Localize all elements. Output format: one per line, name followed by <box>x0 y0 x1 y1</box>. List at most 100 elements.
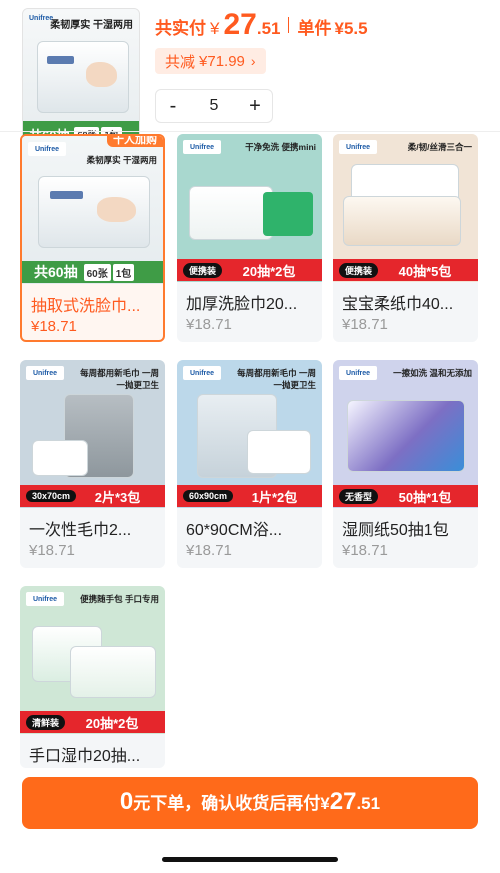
product-slogan: 便携随手包 手口专用 <box>80 594 159 604</box>
unit-label: 单件 <box>297 19 332 38</box>
chevron-right-icon: › <box>250 53 256 69</box>
header-divider <box>0 131 500 132</box>
product-card[interactable]: Unifree 柔/韧/丝滑三合一 便携装 40抽*5包 宝宝柔纸巾40... … <box>333 134 478 342</box>
brand-logo: Unifree <box>26 592 64 606</box>
spec-tag: 便携装 <box>339 262 379 278</box>
spec-text: 50抽*1包 <box>398 489 452 505</box>
product-price: ¥18.71 <box>342 542 388 559</box>
price-decimal: .51 <box>256 19 281 38</box>
product-name: 加厚洗脸巾20... <box>186 296 298 313</box>
spec-text: 20抽*2包 <box>242 263 296 279</box>
selected-product-thumbnail: Unifree 柔韧厚实 干湿两用 共60抽 60张 1包 <box>22 8 140 148</box>
cta-zero: 0 <box>119 788 134 815</box>
spec-tag: 60x90cm <box>183 490 234 502</box>
product-slogan: 每周都用新毛巾 一周一抛更卫生 <box>80 368 159 390</box>
green-box-image <box>263 192 313 236</box>
count-bar: 共60抽 60张 1包 <box>22 261 163 283</box>
product-name: 60*90CM浴... <box>186 522 283 539</box>
spec-band: 60x90cm 1片*2包 <box>177 485 322 507</box>
spec-band: 便携装 40抽*5包 <box>333 259 478 281</box>
tissue-stack-image <box>343 196 461 246</box>
brand-logo: Unifree <box>26 366 64 380</box>
product-image: Unifree 每周都用新毛巾 一周一抛更卫生 30x70cm 2片*3包 <box>20 360 165 508</box>
towel-roll-image <box>247 430 311 474</box>
product-image: Unifree 柔韧厚实 干湿两用 <box>23 9 139 121</box>
pay-label: 共实付 <box>155 19 206 38</box>
product-price: ¥18.71 <box>31 318 77 335</box>
brand-logo: Unifree <box>339 366 377 380</box>
wet-wipes-pack-image <box>347 400 465 472</box>
chip-packs: 1包 <box>112 263 135 281</box>
spec-tag: 清鲜装 <box>26 714 66 730</box>
product-image: Unifree 干净免洗 便携mini 便携装 20抽*2包 <box>177 134 322 282</box>
product-card[interactable]: Unifree 每周都用新毛巾 一周一抛更卫生 60x90cm 1片*2包 60… <box>177 360 322 568</box>
product-slogan: 一擦如洗 温和无添加 <box>393 368 472 378</box>
product-slogan: 柔/韧/丝滑三合一 <box>407 142 472 152</box>
product-name: 一次性毛巾2... <box>29 522 132 539</box>
increase-button[interactable]: + <box>238 90 272 122</box>
product-name: 手口湿巾20抽... <box>29 748 141 765</box>
spec-text: 20抽*2包 <box>85 715 139 731</box>
product-image: Unifree 每周都用新毛巾 一周一抛更卫生 60x90cm 1片*2包 <box>177 360 322 508</box>
wipes-pack-image <box>37 41 129 113</box>
price-integer: 27 <box>223 8 257 41</box>
checkout-button[interactable]: 0 元下单，确认收货后再付 ¥ 27 .51 <box>22 777 478 829</box>
spec-band: 便携装 20抽*2包 <box>177 259 322 281</box>
discount-value: ¥71.99 <box>199 52 245 70</box>
wipes-pack-image-front <box>70 646 156 698</box>
spec-tag: 便携装 <box>183 262 223 278</box>
product-slogan: 干净免洗 便携mini <box>245 142 316 152</box>
spec-tag: 30x70cm <box>26 490 77 502</box>
product-name: 抽取式洗脸巾... <box>31 298 141 315</box>
spec-band: 无香型 50抽*1包 <box>333 485 478 507</box>
quantity-value[interactable]: 5 <box>190 97 238 115</box>
product-card[interactable]: Unifree 干净免洗 便携mini 便携装 20抽*2包 加厚洗脸巾20..… <box>177 134 322 342</box>
product-price: ¥18.71 <box>342 316 388 333</box>
spec-tag: 无香型 <box>339 488 379 504</box>
spec-text: 40抽*5包 <box>398 263 452 279</box>
cta-text: 元下单，确认收货后再付 <box>133 794 321 813</box>
spec-text: 1片*2包 <box>251 489 298 505</box>
cta-currency: ¥ <box>320 794 330 813</box>
product-price: ¥18.71 <box>186 542 232 559</box>
product-card[interactable]: Unifree 每周都用新毛巾 一周一抛更卫生 30x70cm 2片*3包 一次… <box>20 360 165 568</box>
count-text: 共60抽 <box>34 264 78 280</box>
cta-price-integer: 27 <box>329 788 357 815</box>
product-price: ¥18.71 <box>186 316 232 333</box>
product-slogan: 每周都用新毛巾 一周一抛更卫生 <box>237 368 316 390</box>
product-slogan: 柔韧厚实 干湿两用 <box>86 155 157 165</box>
product-image: Unifree 柔/韧/丝滑三合一 便携装 40抽*5包 <box>333 134 478 282</box>
product-image: Unifree 一擦如洗 温和无添加 无香型 50抽*1包 <box>333 360 478 508</box>
brand-logo: Unifree <box>183 366 221 380</box>
brand-logo: Unifree <box>183 140 221 154</box>
popular-ribbon: 十人加购 <box>107 136 163 147</box>
chip-sheets: 60张 <box>83 263 111 281</box>
home-indicator[interactable] <box>162 857 338 862</box>
spec-text: 2片*3包 <box>94 489 141 505</box>
product-name: 宝宝柔纸巾40... <box>342 296 454 313</box>
discount-label: 共减 <box>165 53 196 71</box>
product-image: Unifree 柔韧厚实 干湿两用 共60抽 60张 1包 <box>22 136 163 284</box>
product-card[interactable]: Unifree 便携随手包 手口专用 清鲜装 20抽*2包 手口湿巾20抽... <box>20 586 165 768</box>
product-slogan: 柔韧厚实 干湿两用 <box>50 20 133 31</box>
quantity-stepper: - 5 + <box>155 89 273 123</box>
spec-band: 30x70cm 2片*3包 <box>20 485 165 507</box>
product-card[interactable]: Unifree 柔韧厚实 干湿两用 共60抽 60张 1包 十人加购 抽取式洗脸… <box>20 134 165 342</box>
currency-symbol: ¥ <box>210 19 220 38</box>
spec-band: 清鲜装 20抽*2包 <box>20 711 165 733</box>
discount-detail-button[interactable]: 共减 ¥71.99 › <box>155 48 266 74</box>
product-price: ¥18.71 <box>29 542 75 559</box>
wipes-pack-image <box>38 176 150 248</box>
decrease-button[interactable]: - <box>156 90 190 122</box>
product-name: 湿厕纸50抽1包 <box>342 522 449 539</box>
towel-roll-image <box>32 440 88 476</box>
cta-price-decimal: .51 <box>356 794 381 813</box>
wipes-pack-image <box>189 186 273 240</box>
brand-logo: Unifree <box>339 140 377 154</box>
unit-price: ¥5.5 <box>334 19 368 38</box>
total-price-row: 共实付 ¥ 27 .51 单件 ¥5.5 <box>155 8 368 42</box>
price-divider <box>288 17 290 33</box>
brand-logo: Unifree <box>28 142 66 156</box>
product-card[interactable]: Unifree 一擦如洗 温和无添加 无香型 50抽*1包 湿厕纸50抽1包 ¥… <box>333 360 478 568</box>
product-image: Unifree 便携随手包 手口专用 清鲜装 20抽*2包 <box>20 586 165 734</box>
